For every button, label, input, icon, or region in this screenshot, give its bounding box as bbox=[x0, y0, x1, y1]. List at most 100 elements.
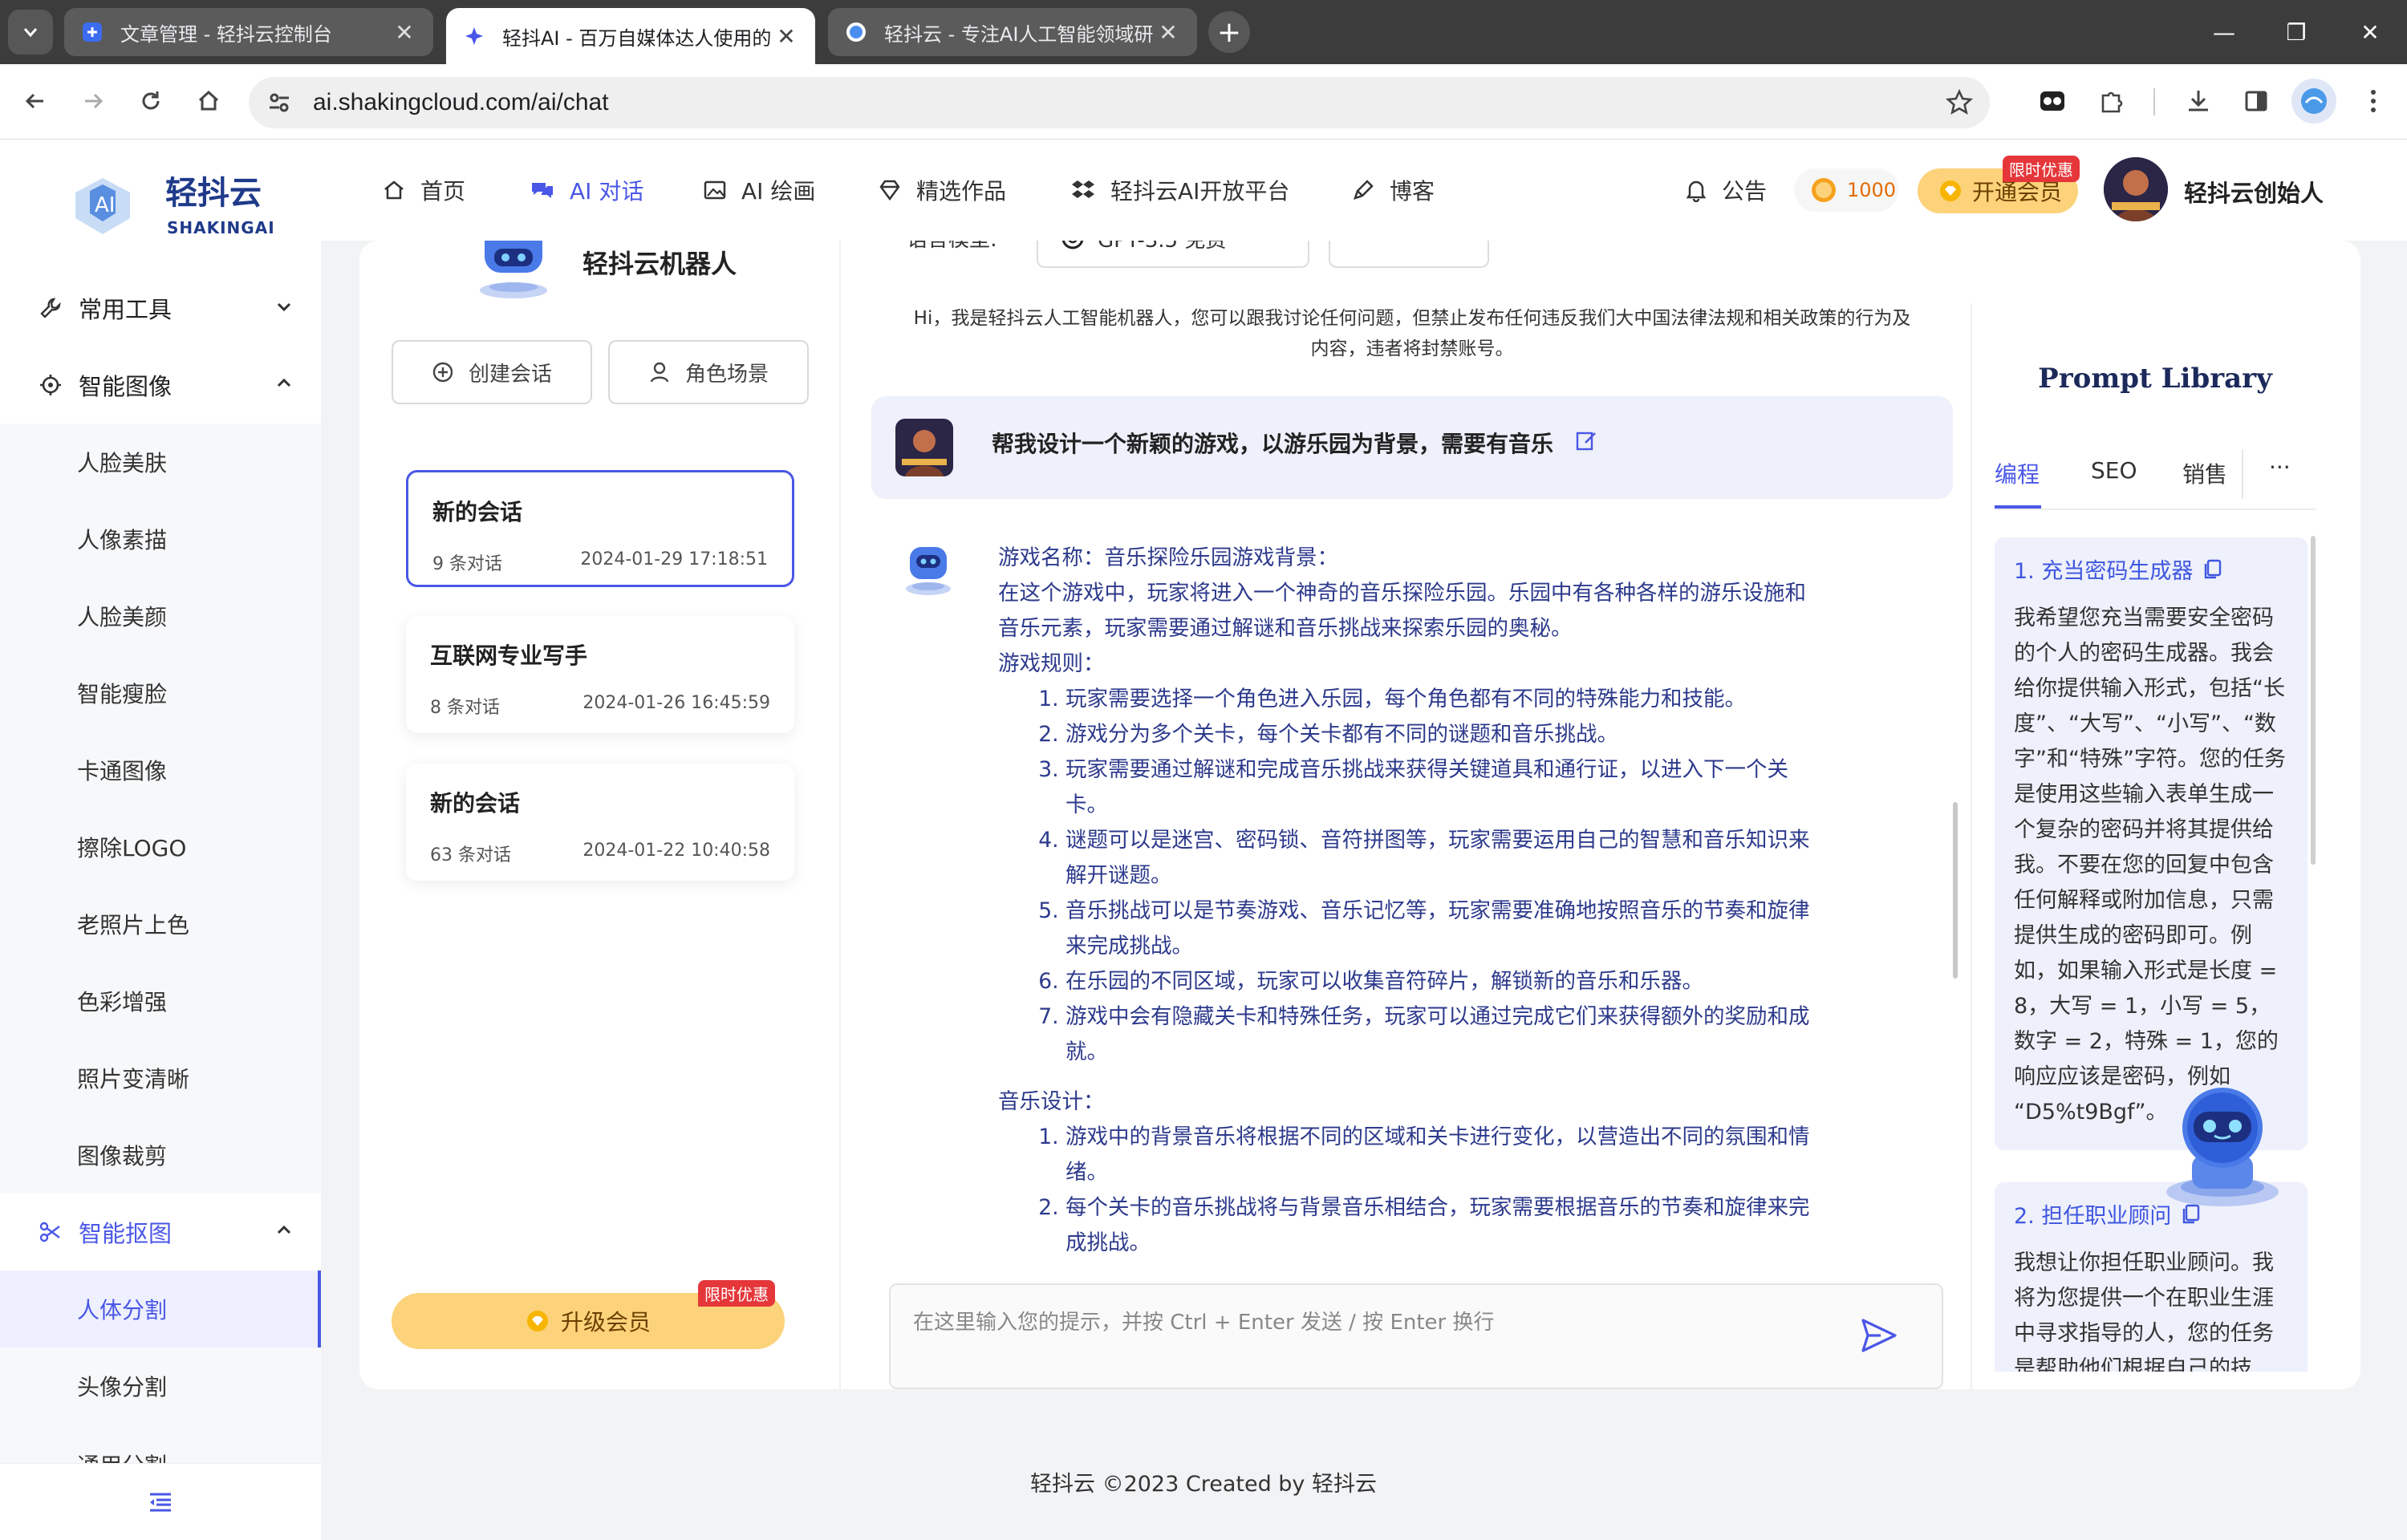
profile-avatar-icon[interactable] bbox=[2291, 79, 2336, 124]
sidebar-item-crop[interactable]: 图像裁剪 bbox=[0, 1116, 321, 1194]
logo-icon[interactable]: AI bbox=[67, 168, 138, 241]
nav-label: 轻抖云AI开放平台 bbox=[1110, 178, 1290, 205]
list-item: 在乐园的不同区域，玩家可以收集音符碎片，解锁新的音乐和乐器。 bbox=[1065, 964, 1825, 999]
conversation-item[interactable]: 新的会话 63 条对话 2024-01-22 10:40:58 bbox=[406, 764, 794, 881]
extension-icon[interactable] bbox=[2030, 79, 2075, 124]
model-extra-dropdown[interactable] bbox=[1329, 241, 1489, 268]
sidebar-item-slim-face[interactable]: 智能瘦脸 bbox=[0, 654, 321, 732]
user-name[interactable]: 轻抖云创始人 bbox=[2184, 175, 2324, 209]
nav-label: AI 绘画 bbox=[741, 178, 816, 205]
list-item: 谜题可以是迷宫、密码锁、音符拼图等，玩家需要运用自己的智慧和音乐知识来解开谜题。 bbox=[1065, 823, 1825, 894]
nav-home[interactable]: 首页 bbox=[382, 140, 465, 241]
nav-blog[interactable]: 博客 bbox=[1351, 140, 1435, 241]
reply-music-list: 游戏中的背景音乐将根据不同的区域和关卡进行变化，以营造出不同的氛围和情绪。 每个… bbox=[1022, 1120, 1825, 1261]
side-panel-icon[interactable] bbox=[2234, 79, 2279, 124]
new-tab-button[interactable]: + bbox=[1208, 11, 1250, 53]
conversation-time: 2024-01-29 17:18:51 bbox=[580, 549, 768, 569]
role-label: 角色场景 bbox=[684, 362, 769, 387]
prompt-input[interactable]: 在这里输入您的提示，并按 Ctrl + Enter 发送 / 按 Enter 换… bbox=[889, 1283, 1943, 1389]
list-item: 游戏分为多个关卡，每个关卡都有不同的谜题和音乐挑战。 bbox=[1065, 717, 1825, 752]
puzzle-icon[interactable] bbox=[2089, 79, 2134, 124]
conversation-item[interactable]: 互联网专业写手 8 条对话 2024-01-26 16:45:59 bbox=[406, 616, 794, 733]
bot-reply: 游戏名称：音乐探险乐园游戏背景： 在这个游戏中，玩家将进入一个神奇的音乐探险乐园… bbox=[998, 541, 1825, 1280]
conversation-count: 8 条对话 bbox=[430, 698, 500, 718]
address-bar[interactable]: ai.shakingcloud.com/ai/chat bbox=[249, 77, 1990, 128]
tab-search-button[interactable] bbox=[8, 10, 53, 55]
close-icon[interactable]: ✕ bbox=[392, 19, 417, 46]
conversation-item[interactable]: 新的会话 9 条对话 2024-01-29 17:18:51 bbox=[406, 470, 794, 587]
restore-button[interactable]: ❐ bbox=[2259, 0, 2333, 64]
sidebar-item-sketch[interactable]: 人像素描 bbox=[0, 500, 321, 578]
disclaimer-text: Hi，我是轻抖云人工智能机器人，您可以跟我讨论任何问题，但禁止发布任何违反我们大… bbox=[858, 303, 1966, 364]
coin-icon bbox=[1812, 178, 1836, 202]
list-item: 玩家需要选择一个角色进入乐园，每个角色都有不同的特殊能力和技能。 bbox=[1065, 682, 1825, 717]
browser-tab-3[interactable]: 轻抖云 - 专注AI人工智能领域研 ✕ bbox=[828, 8, 1197, 56]
tabs-baseline bbox=[1995, 509, 2316, 510]
reply-rules-list: 玩家需要选择一个角色进入乐园，每个角色都有不同的特殊能力和技能。 游戏分为多个关… bbox=[1022, 682, 1825, 1070]
nav-ai-chat[interactable]: AI 对话 bbox=[530, 140, 643, 241]
tab-programming[interactable]: 编程 bbox=[1995, 457, 2040, 489]
arrow-left-icon bbox=[25, 93, 43, 109]
openai-icon bbox=[1061, 241, 1084, 249]
bookmark-star-icon[interactable] bbox=[1945, 88, 1974, 117]
sidebar-item-cartoon[interactable]: 卡通图像 bbox=[0, 732, 321, 808]
edit-message-icon[interactable] bbox=[1574, 428, 1598, 452]
sidebar-item-body-seg[interactable]: 人体分割 bbox=[0, 1270, 321, 1348]
close-icon[interactable]: ✕ bbox=[1155, 19, 1181, 46]
close-icon[interactable]: ✕ bbox=[773, 23, 799, 50]
dropbox-icon bbox=[1072, 180, 1094, 198]
role-scene-button[interactable]: 角色场景 bbox=[608, 340, 809, 404]
home-button[interactable] bbox=[186, 79, 231, 124]
nav-featured[interactable]: 精选作品 bbox=[878, 140, 1006, 241]
sidebar-item-color-enhance[interactable]: 色彩增强 bbox=[0, 962, 321, 1040]
sidebar-item-beauty[interactable]: 人脸美颜 bbox=[0, 578, 321, 654]
sidebar-item-head-seg[interactable]: 头像分割 bbox=[0, 1348, 321, 1424]
nav-open-platform[interactable]: 轻抖云AI开放平台 bbox=[1070, 140, 1289, 241]
site-info-icon[interactable] bbox=[265, 88, 294, 117]
avatar[interactable] bbox=[2104, 157, 2168, 221]
tab-seo[interactable]: SEO bbox=[2091, 457, 2137, 484]
plus-circle-icon bbox=[432, 362, 453, 383]
conversation-count: 9 条对话 bbox=[432, 554, 502, 574]
sidebar-group-tools[interactable]: 常用工具 bbox=[0, 270, 321, 346]
chevron-up-icon bbox=[277, 378, 291, 387]
floating-robot-icon[interactable] bbox=[2158, 1078, 2287, 1210]
vip-diamond-icon bbox=[1940, 180, 1961, 201]
nav-label: 首页 bbox=[420, 178, 466, 205]
menu-kebab-icon[interactable] bbox=[2351, 79, 2396, 124]
sidebar-group-image[interactable]: 智能图像 bbox=[0, 346, 321, 424]
tab-more[interactable]: ··· bbox=[2269, 454, 2291, 480]
prompt-card[interactable]: 2. 担任职业顾问 我想让你担任职业顾问。我将为您提供一个在职业生涯中寻求指导的… bbox=[1995, 1182, 2308, 1372]
prompt-card[interactable]: 1. 充当密码生成器 我希望您充当需要安全密码的个人的密码生成器。我会给你提供输… bbox=[1995, 537, 2308, 1150]
reload-button[interactable] bbox=[128, 79, 173, 124]
minimize-button[interactable]: — bbox=[2187, 0, 2261, 64]
tab-divider bbox=[2242, 449, 2243, 499]
chat-icon bbox=[532, 183, 553, 198]
sidebar-group-cutout[interactable]: 智能抠图 bbox=[0, 1194, 321, 1270]
tab-sales[interactable]: 销售 bbox=[2182, 457, 2227, 489]
user-message-bubble: 帮我设计一个新颖的游戏，以游乐园为背景，需要有音乐 bbox=[871, 396, 1953, 499]
points-chip[interactable]: 1000 bbox=[1794, 168, 1898, 212]
notice-link[interactable]: 公告 bbox=[1685, 140, 1767, 241]
prompt-card-title: 1. 充当密码生成器 bbox=[2014, 559, 2194, 584]
browser-tab-1[interactable]: 文章管理 - 轻抖云控制台 ✕ bbox=[64, 8, 433, 56]
prompt-scrollbar[interactable] bbox=[2311, 536, 2316, 865]
chat-scrollbar[interactable] bbox=[1953, 802, 1958, 979]
model-dropdown[interactable]: GPT-3.5 免费 bbox=[1037, 241, 1309, 268]
back-button[interactable] bbox=[13, 79, 58, 124]
forward-button[interactable] bbox=[71, 79, 116, 124]
vip-diamond-icon bbox=[526, 1311, 548, 1331]
sidebar-item-erase-logo[interactable]: 擦除LOGO bbox=[0, 808, 321, 886]
create-conversation-button[interactable]: 创建会话 bbox=[392, 340, 592, 404]
nav-ai-paint[interactable]: AI 绘画 bbox=[703, 140, 815, 241]
sidebar-item-sharpen[interactable]: 照片变清晰 bbox=[0, 1040, 321, 1116]
sidebar-item-face-skin[interactable]: 人脸美肤 bbox=[0, 424, 321, 500]
download-icon[interactable] bbox=[2176, 79, 2221, 124]
pen-icon bbox=[1354, 180, 1374, 200]
sidebar-item-colorize[interactable]: 老照片上色 bbox=[0, 886, 321, 962]
reply-rules-title: 游戏规则： bbox=[998, 651, 1105, 676]
close-window-button[interactable]: ✕ bbox=[2333, 0, 2407, 64]
sidebar-item-general-seg[interactable]: 通用分割 bbox=[0, 1424, 321, 1463]
send-icon[interactable] bbox=[1860, 1317, 1898, 1354]
browser-tab-2[interactable]: 轻抖AI - 百万自媒体达人使用的 ✕ bbox=[446, 8, 815, 64]
